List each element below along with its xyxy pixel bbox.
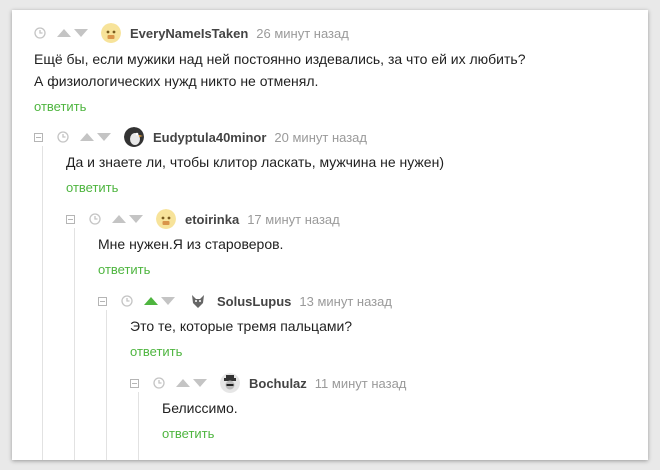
downvote-icon[interactable] — [97, 133, 111, 141]
comment-time: 20 минут назад — [274, 129, 367, 145]
comment-text-line: А физиологических нужд никто не отменял. — [34, 73, 319, 89]
thread-line — [42, 146, 43, 460]
comment-time: 13 минут назад — [299, 293, 392, 309]
collapse-icon[interactable] — [34, 132, 43, 142]
comment-header: Eudyptula40minor 20 минут назад — [34, 127, 367, 147]
upvote-icon[interactable] — [57, 29, 71, 37]
downvote-icon[interactable] — [129, 215, 143, 223]
username-link[interactable]: etoirinka — [185, 212, 239, 227]
clock-icon — [34, 27, 46, 39]
wolf-avatar[interactable] — [188, 291, 208, 311]
comment-text-line: Мне нужен.Я из староверов. — [98, 236, 284, 252]
clock-icon — [89, 213, 101, 225]
reply-link[interactable]: ответить — [130, 344, 182, 359]
downvote-icon[interactable] — [74, 29, 88, 37]
reply-link[interactable]: ответить — [162, 426, 214, 441]
username-link[interactable]: Bochulaz — [249, 376, 307, 391]
penguin-avatar[interactable] — [124, 127, 144, 147]
downvote-icon[interactable] — [193, 379, 207, 387]
comment-header: etoirinka 17 минут назад — [66, 209, 340, 229]
comment-time: 26 минут назад — [256, 25, 349, 41]
upvote-icon[interactable] — [80, 133, 94, 141]
comment-text-line: Да и знаете ли, чтобы клитор ласкать, му… — [66, 154, 444, 170]
reply-link[interactable]: ответить — [66, 180, 118, 195]
clock-icon — [57, 131, 69, 143]
smiley-avatar[interactable] — [101, 23, 121, 43]
comment-header: SolusLupus 13 минут назад — [98, 291, 392, 311]
username-link[interactable]: SolusLupus — [217, 294, 291, 309]
clock-icon — [153, 377, 165, 389]
comment-text-line: Белиссимо. — [162, 400, 238, 416]
comment-text-line: Это те, которые тремя пальцами? — [130, 318, 353, 334]
upvote-icon[interactable] — [112, 215, 126, 223]
comment-text-line: Ещё бы, если мужики над ней постоянно из… — [34, 51, 526, 67]
upvote-icon[interactable] — [176, 379, 190, 387]
comment-header: EveryNameIsTaken 26 минут назад — [34, 23, 349, 43]
upvote-icon[interactable] — [144, 297, 158, 305]
username-link[interactable]: Eudyptula40minor — [153, 130, 266, 145]
smiley-avatar[interactable] — [156, 209, 176, 229]
comments-panel: EveryNameIsTaken 26 минут назад Ещё бы, … — [12, 10, 648, 460]
username-link[interactable]: EveryNameIsTaken — [130, 26, 248, 41]
thread-line — [138, 392, 139, 460]
collapse-icon[interactable] — [130, 378, 139, 388]
collapse-icon[interactable] — [98, 296, 107, 306]
comment-header: Bochulaz 11 минут назад — [130, 373, 406, 393]
reply-link[interactable]: ответить — [34, 99, 86, 114]
reply-link[interactable]: ответить — [98, 262, 150, 277]
collapse-icon[interactable] — [66, 214, 75, 224]
hat-man-avatar[interactable] — [220, 373, 240, 393]
comment-time: 17 минут назад — [247, 211, 340, 227]
clock-icon — [121, 295, 133, 307]
comment-time: 11 минут назад — [314, 375, 407, 391]
thread-line — [74, 228, 75, 460]
thread-line — [106, 310, 107, 460]
downvote-icon[interactable] — [161, 297, 175, 305]
